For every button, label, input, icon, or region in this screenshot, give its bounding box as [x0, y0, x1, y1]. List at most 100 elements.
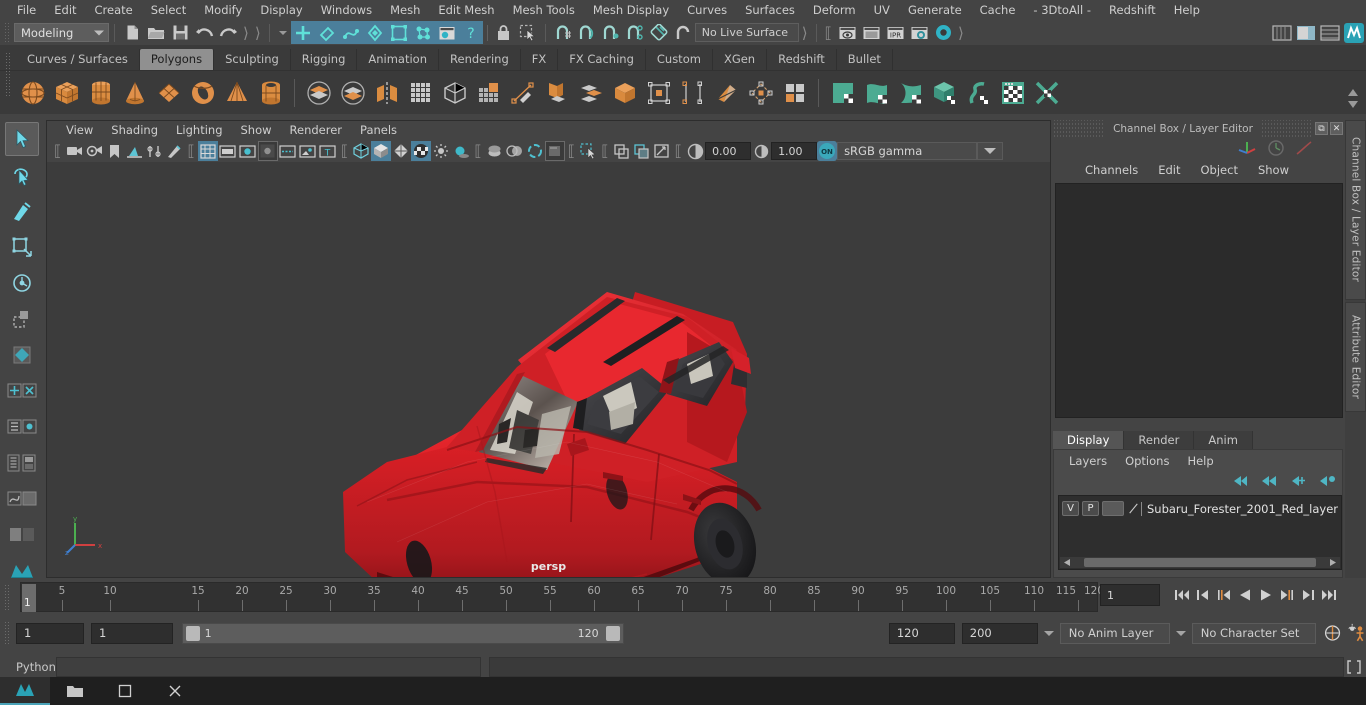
redo-icon[interactable]: [216, 21, 240, 44]
render-sequence-icon[interactable]: [434, 21, 459, 44]
shelf-tab-bullet[interactable]: Bullet: [836, 49, 893, 70]
select-by-component-icon[interactable]: [338, 21, 363, 44]
target-weld-icon[interactable]: [540, 76, 573, 110]
lighting-icon[interactable]: [431, 141, 451, 161]
menu-modify[interactable]: Modify: [195, 0, 251, 20]
layer-list-scrollbar[interactable]: [1060, 557, 1340, 568]
snap-grid-icon[interactable]: [551, 21, 575, 44]
uv-cylindrical-icon[interactable]: [894, 76, 927, 110]
scroll-thumb[interactable]: [1084, 558, 1316, 567]
channels-menu[interactable]: Channels: [1075, 163, 1148, 177]
scroll-left-icon[interactable]: [1063, 558, 1072, 567]
layer-visibility-toggle[interactable]: V: [1062, 501, 1079, 516]
shelf-tab-custom[interactable]: Custom: [645, 49, 713, 70]
character-preferences-icon[interactable]: [1347, 623, 1366, 643]
uv-unfold-icon[interactable]: [962, 76, 995, 110]
isolate-select-icon[interactable]: [578, 141, 598, 161]
time-slider[interactable]: 5 10 15 20 25 30 35 40 45 50 55 60 65 70…: [20, 582, 1104, 612]
snap-together-icon[interactable]: [5, 374, 39, 408]
lasso-select-icon[interactable]: [5, 158, 39, 192]
select-handle-icon[interactable]: [362, 21, 387, 44]
chevron-down-icon[interactable]: [278, 30, 287, 35]
shelf-scroll-arrows[interactable]: [1345, 78, 1361, 118]
undock-panel-icon[interactable]: ⧉: [1315, 122, 1328, 135]
layer-color-swatch[interactable]: [1102, 501, 1124, 516]
menu-display[interactable]: Display: [251, 0, 311, 20]
paint-select-icon[interactable]: [5, 194, 39, 228]
combine-icon[interactable]: [302, 76, 335, 110]
menu-mesh-tools[interactable]: Mesh Tools: [504, 0, 584, 20]
poly-quadrangulate-icon[interactable]: [778, 76, 811, 110]
shelf-tab-curves-surfaces[interactable]: Curves / Surfaces: [16, 49, 140, 70]
render-current-frame-icon[interactable]: [859, 21, 883, 44]
layer-shading-icon[interactable]: [1128, 501, 1139, 516]
menu-cache[interactable]: Cache: [971, 0, 1025, 20]
ipr-render-icon[interactable]: IPR: [883, 21, 907, 44]
poly-append-icon[interactable]: [710, 76, 743, 110]
tab-render[interactable]: Render: [1124, 431, 1195, 450]
tab-display[interactable]: Display: [1053, 431, 1125, 450]
poly-cylinder-icon[interactable]: [84, 76, 117, 110]
last-tool-icon[interactable]: [5, 338, 39, 372]
extrude-icon[interactable]: [438, 76, 471, 110]
select-by-object-icon[interactable]: [314, 21, 339, 44]
hypergraph-panel-icon[interactable]: [5, 446, 39, 480]
shadows-icon[interactable]: [451, 141, 471, 161]
curve-icon[interactable]: [1295, 139, 1313, 157]
show-channel-box-icon[interactable]: [1270, 21, 1294, 44]
maya-logo-icon[interactable]: [1342, 21, 1366, 44]
select-by-hierarchy-icon[interactable]: [290, 21, 315, 44]
viewport-menu-lighting[interactable]: Lighting: [167, 121, 231, 140]
render-settings-icon[interactable]: [907, 21, 931, 44]
step-forward-frame-icon[interactable]: [1277, 582, 1296, 608]
rotate-tool-icon[interactable]: [5, 266, 39, 300]
move-layer-down-icon[interactable]: [1261, 474, 1278, 488]
viewport-menu-shading[interactable]: Shading: [102, 121, 167, 140]
xray-active-icon[interactable]: [652, 141, 672, 161]
menu-mesh-display[interactable]: Mesh Display: [584, 0, 678, 20]
uv-editor-icon[interactable]: [826, 76, 859, 110]
grid-icon[interactable]: [197, 141, 218, 161]
step-forward-key-icon[interactable]: [1298, 582, 1317, 608]
shelf-grip[interactable]: [5, 52, 12, 98]
menu-windows[interactable]: Windows: [312, 0, 381, 20]
poly-cube-icon[interactable]: [50, 76, 83, 110]
panel-drag-dots[interactable]: [1260, 120, 1313, 137]
help-icon[interactable]: ?: [458, 21, 483, 44]
shelf-tab-animation[interactable]: Animation: [357, 49, 440, 70]
live-surface-field[interactable]: No Live Surface: [694, 23, 799, 42]
shelf-tab-fx[interactable]: FX: [520, 49, 559, 70]
chevron-down-icon[interactable]: [1347, 100, 1359, 109]
layer-playback-toggle[interactable]: P: [1082, 501, 1099, 516]
scale-tool-icon[interactable]: [5, 302, 39, 336]
shelf-tab-polygons[interactable]: Polygons: [139, 49, 215, 70]
channel-box-list[interactable]: [1055, 183, 1343, 418]
animation-start-field[interactable]: 1: [90, 622, 173, 644]
undo-icon[interactable]: [192, 21, 216, 44]
snap-curve-icon[interactable]: [575, 21, 599, 44]
maximize-icon[interactable]: [100, 677, 150, 705]
camera-attributes-icon[interactable]: [84, 141, 104, 161]
range-start-field[interactable]: 1: [16, 622, 84, 644]
chevron-up-icon[interactable]: [1347, 88, 1359, 97]
show-tool-settings-icon[interactable]: [1318, 21, 1342, 44]
uv-automatic-icon[interactable]: [928, 76, 961, 110]
side-tab-channel-box[interactable]: Channel Box / Layer Editor: [1345, 120, 1366, 300]
time-slider-grip[interactable]: [4, 584, 11, 610]
viewport-menu-view[interactable]: View: [57, 121, 102, 140]
aa-icon[interactable]: [525, 141, 545, 161]
snap-projected-icon[interactable]: [623, 21, 647, 44]
close-icon[interactable]: [150, 677, 200, 705]
animation-preferences-icon[interactable]: [1323, 623, 1342, 643]
channel-show-menu[interactable]: Show: [1248, 163, 1299, 177]
boolean-icon[interactable]: [608, 76, 641, 110]
file-explorer-icon[interactable]: [50, 677, 100, 705]
menu-select[interactable]: Select: [142, 0, 195, 20]
scroll-right-icon[interactable]: [1328, 558, 1337, 567]
save-scene-icon[interactable]: [168, 21, 192, 44]
film-gate-icon[interactable]: [218, 141, 238, 161]
go-to-end-icon[interactable]: [1319, 582, 1338, 608]
lock-icon[interactable]: [492, 21, 516, 44]
make-live-icon[interactable]: [671, 21, 695, 44]
multisample-icon[interactable]: [544, 141, 565, 161]
